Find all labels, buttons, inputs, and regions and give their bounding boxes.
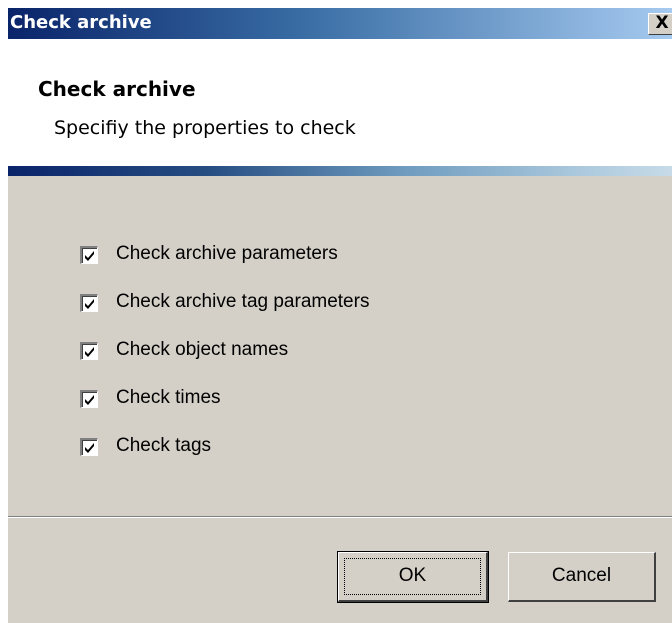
option-check-times[interactable]: Check times [80,384,600,432]
wizard-header: Check archive Specifiy the properties to… [8,39,672,166]
checkmark-icon [85,443,94,453]
checkmark-icon [85,299,94,309]
title-bar[interactable]: Check archive X [8,8,672,39]
window-title: Check archive [10,12,152,33]
cancel-button[interactable]: Cancel [508,552,656,602]
option-check-object-names[interactable]: Check object names [80,336,600,384]
header-subtitle: Specifiy the properties to check [54,117,356,139]
cancel-button-label: Cancel [551,565,612,586]
check-archive-dialog: Check archive X Check archive Specifiy t… [8,8,672,623]
header-title: Check archive [38,77,196,101]
option-label: Check archive parameters [116,243,338,264]
option-label: Check tags [116,435,212,456]
option-label: Check archive tag parameters [116,291,370,312]
option-label: Check times [116,387,221,408]
close-button[interactable]: X [648,13,672,35]
checkbox[interactable] [80,246,98,264]
footer-separator [8,516,672,518]
option-check-tags[interactable]: Check tags [80,432,600,480]
ok-button[interactable]: OK [337,551,489,603]
options-checklist: Check archive parameters Check archive t… [80,240,600,480]
checkbox[interactable] [80,438,98,456]
header-banner [8,166,672,176]
close-icon: X [655,13,669,33]
option-check-archive-tag-parameters[interactable]: Check archive tag parameters [80,288,600,336]
option-check-archive-parameters[interactable]: Check archive parameters [80,240,600,288]
checkbox[interactable] [80,342,98,360]
checkbox[interactable] [80,390,98,408]
checkmark-icon [85,395,94,405]
option-label: Check object names [116,339,289,360]
checkmark-icon [85,251,94,261]
focus-rectangle [344,558,481,595]
checkmark-icon [85,347,94,357]
checkbox[interactable] [80,294,98,312]
